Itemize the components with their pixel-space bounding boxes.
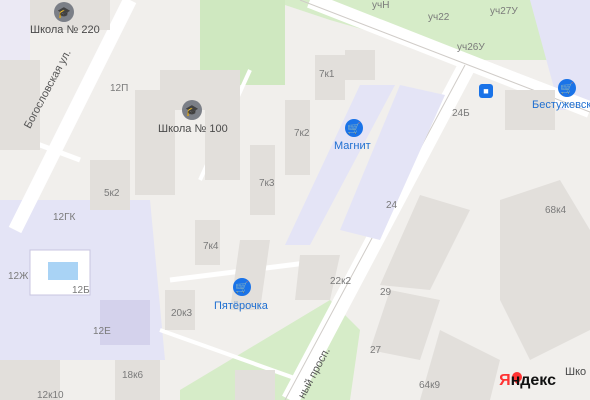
poi-label-school-100[interactable]: Школа № 100 xyxy=(158,123,228,135)
house-number: 7к4 xyxy=(203,241,219,252)
bus-stop-icon[interactable]: ■ xyxy=(479,84,493,98)
poi-label-school-partial: Шко xyxy=(565,366,587,378)
yandex-logo-ya: Я xyxy=(499,372,511,389)
school-icon[interactable]: 🎓 xyxy=(54,2,74,22)
house-number: 24Б xyxy=(452,108,470,119)
shopping-basket-icon[interactable]: 🛒 xyxy=(558,79,576,97)
poi-label-school-220[interactable]: Школа № 220 xyxy=(30,24,100,36)
poi-label-pyaterochka[interactable]: Пятёрочка xyxy=(214,300,268,312)
area-label: уч22 xyxy=(428,12,450,23)
house-number: 7к1 xyxy=(319,69,335,80)
house-number: 18к6 xyxy=(122,370,144,381)
area-label: уч27У xyxy=(490,6,518,17)
house-number: 22к2 xyxy=(330,276,352,287)
yandex-logo[interactable]: Яндекс xyxy=(499,372,556,390)
house-number: 12к10 xyxy=(37,390,64,400)
house-number: 68к4 xyxy=(545,205,567,216)
house-number: 12ГК xyxy=(53,212,76,223)
poi-label-bestuzhevsk[interactable]: Бестужевск xyxy=(532,99,590,111)
house-number: 27 xyxy=(370,345,382,356)
poi-label-magnit[interactable]: Магнит xyxy=(334,140,371,152)
yandex-logo-rest: ндекс xyxy=(510,372,556,389)
house-number: 12Ж xyxy=(8,271,29,282)
house-number: 7к2 xyxy=(294,128,310,139)
house-number: 64к9 xyxy=(419,380,441,391)
house-number: 12Б xyxy=(72,285,90,296)
house-number: 12П xyxy=(110,83,129,94)
house-number: 12Е xyxy=(93,326,111,337)
house-number: 5к2 xyxy=(104,188,120,199)
school-icon[interactable]: 🎓 xyxy=(182,100,202,120)
map-canvas[interactable]: 🎓 Школа № 220 🎓 Школа № 100 🛒 Магнит 🛒 П… xyxy=(0,0,590,400)
area-label: учН xyxy=(372,0,390,11)
house-number: 20к3 xyxy=(171,308,193,319)
map-base-layer xyxy=(0,0,590,400)
shopping-basket-icon[interactable]: 🛒 xyxy=(345,119,363,137)
area-label: уч26У xyxy=(457,42,485,53)
house-number: 7к3 xyxy=(259,178,275,189)
shopping-basket-icon[interactable]: 🛒 xyxy=(233,278,251,296)
house-number: 24 xyxy=(386,200,398,211)
house-number: 29 xyxy=(380,287,392,298)
